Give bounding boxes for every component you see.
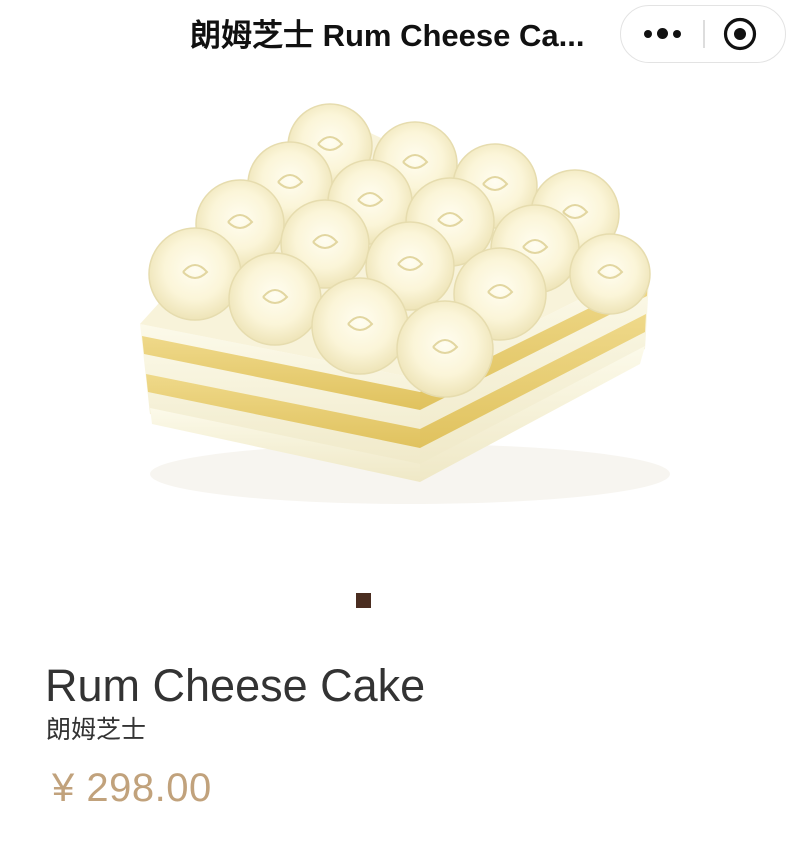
product-detail-page: 朗姆芝士 Rum Cheese Ca... Rum Cheese Cake 朗姆… bbox=[0, 0, 799, 843]
top-nav-bar: 朗姆芝士 Rum Cheese Ca... bbox=[0, 0, 799, 74]
cake-image bbox=[140, 103, 670, 504]
close-button[interactable] bbox=[721, 15, 759, 53]
product-image-carousel[interactable] bbox=[0, 74, 799, 594]
capsule-divider bbox=[703, 20, 705, 48]
product-price: ¥ 298.00 bbox=[52, 766, 212, 810]
mini-program-capsule bbox=[620, 5, 786, 63]
more-dots-icon bbox=[643, 29, 652, 38]
page-title: 朗姆芝士 Rum Cheese Ca... bbox=[190, 18, 585, 53]
product-name: Rum Cheese Cake bbox=[45, 660, 426, 711]
more-button[interactable] bbox=[621, 6, 703, 61]
carousel-indicator-active[interactable] bbox=[356, 593, 371, 608]
product-subname: 朗姆芝士 bbox=[46, 716, 147, 744]
target-circle-icon bbox=[723, 17, 757, 51]
more-dots-icon bbox=[672, 29, 681, 38]
more-dots-icon bbox=[656, 28, 668, 39]
